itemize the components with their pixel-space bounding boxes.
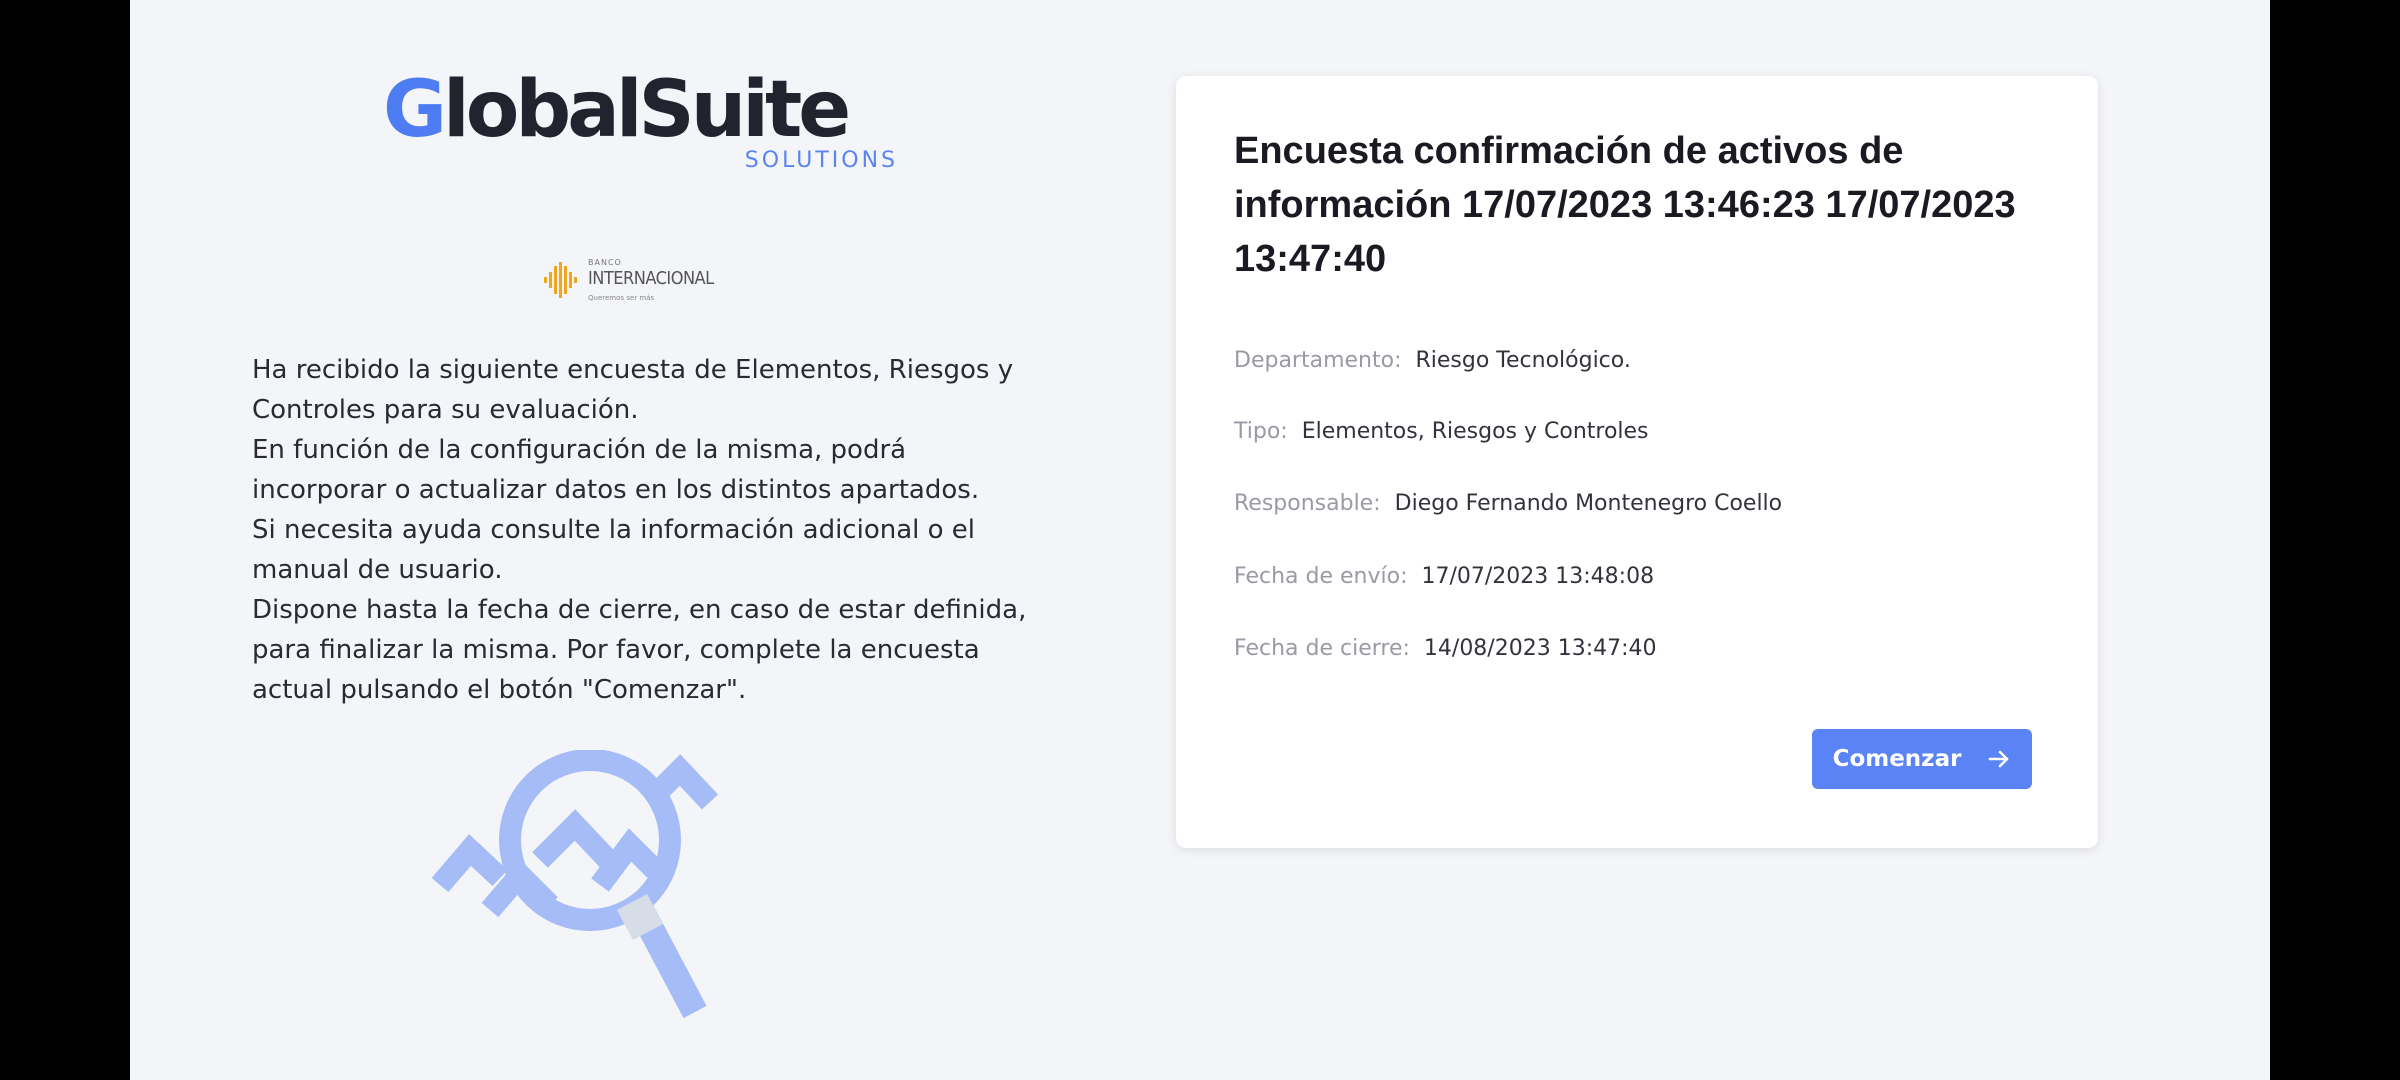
intro-paragraph: En función de la configuración de la mis…	[252, 435, 980, 505]
type-label: Tipo:	[1234, 419, 1288, 444]
sent-date-value: 17/07/2023 13:48:08	[1421, 564, 1655, 589]
responsible-value: Diego Fernando Montenegro Coello	[1394, 491, 1783, 516]
bank-logo-name: INTERNACIONAL	[588, 268, 714, 289]
close-date-label: Fecha de cierre:	[1234, 636, 1410, 661]
survey-title: Encuesta confirmación de activos de info…	[1234, 130, 2016, 280]
department-row: Departamento: Riesgo Tecnológico.	[1234, 348, 2054, 373]
responsible-label: Responsable:	[1234, 491, 1381, 516]
type-value: Elementos, Riesgos y Controles	[1301, 419, 1649, 444]
responsible-row: Responsable: Diego Fernando Montenegro Co…	[1234, 491, 2054, 516]
globalsuite-logo: GlobalSuite SOLUTIONS	[383, 60, 903, 180]
logo-wordmark: lobalSuite	[443, 65, 851, 155]
sent-date-label: Fecha de envío:	[1234, 564, 1408, 589]
bank-logo-tagline: Queremos ser más	[588, 294, 655, 302]
bank-logo-small: BANCO	[588, 258, 622, 267]
logo-subtitle: SOLUTIONS	[744, 148, 898, 173]
survey-card: Encuesta confirmación de activos de info…	[1176, 76, 2098, 848]
department-label: Departamento:	[1234, 348, 1402, 373]
arrow-right-icon	[1989, 750, 2009, 768]
close-date-value: 14/08/2023 13:47:40	[1423, 636, 1657, 661]
bank-logo: BANCO INTERNACIONAL Queremos ser más	[542, 256, 762, 310]
sent-date-row: Fecha de envío: 17/07/2023 13:48:08	[1234, 564, 2054, 589]
intro-paragraph: Ha recibido la siguiente encuesta de Ele…	[252, 355, 1014, 425]
intro-paragraph: Dispone hasta la fecha de cierre, en cas…	[252, 595, 1027, 705]
intro-text: Ha recibido la siguiente encuesta de Ele…	[252, 350, 1042, 710]
start-button[interactable]: Comenzar	[1812, 729, 2032, 789]
close-date-row: Fecha de cierre: 14/08/2023 13:47:40	[1234, 636, 2054, 661]
type-row: Tipo: Elementos, Riesgos y Controles	[1234, 419, 2054, 444]
analytics-magnifier-icon	[431, 750, 719, 1019]
department-value: Riesgo Tecnológico.	[1415, 348, 1631, 373]
intro-paragraph: Si necesita ayuda consulte la informació…	[252, 515, 976, 585]
start-button-label: Comenzar	[1832, 746, 1962, 772]
logo-g-letter: G	[383, 65, 447, 155]
bank-emblem-icon	[544, 262, 577, 298]
survey-welcome-screen: GlobalSuite SOLUTIONS BANCO INTERNACIONA…	[130, 0, 2270, 1080]
